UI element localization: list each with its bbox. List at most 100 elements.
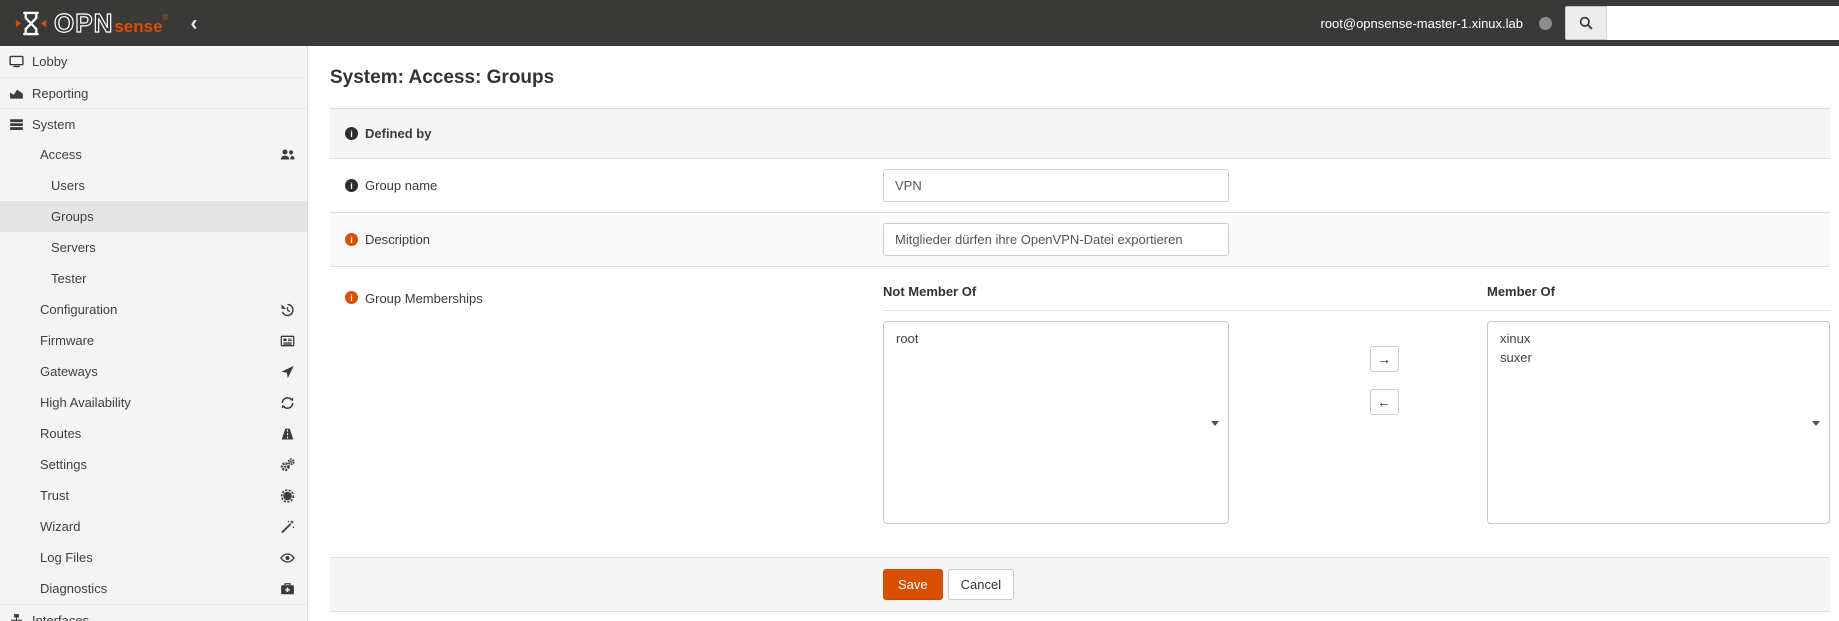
- eye-icon: [280, 550, 295, 565]
- sidebar-item-label: Wizard: [40, 519, 81, 534]
- sidebar-item-label: Configuration: [40, 302, 118, 317]
- search-box: [1565, 6, 1839, 40]
- sidebar-item-label: Routes: [40, 426, 82, 441]
- sidebar-item-groups[interactable]: Groups: [0, 201, 307, 232]
- move-to-not-member-button[interactable]: ←: [1369, 389, 1399, 415]
- sidebar-item-tester[interactable]: Tester: [0, 263, 307, 294]
- form-row-group-name: Group name: [330, 159, 1830, 213]
- sidebar: Lobby Reporting System Access Users Groups Ser…: [0, 46, 308, 621]
- opnsense-page: OPN sense ® ‹ root@opnsense-master-1.xinux…: [0, 0, 1839, 621]
- sidebar-item-label: High Availability: [40, 395, 131, 410]
- sidebar-item-label: System: [32, 116, 76, 132]
- form-row-actions: Save Cancel: [330, 558, 1830, 612]
- sidebar-item-gateways[interactable]: Gateways: [0, 356, 307, 387]
- form-row-group-memberships: Group Memberships Not Member Of Member O…: [330, 267, 1830, 558]
- form-row-description: Description: [330, 213, 1830, 267]
- sidebar-item-label: Reporting: [32, 85, 89, 101]
- topbar: OPN sense ® ‹ root@opnsense-master-1.xinux…: [0, 0, 1839, 46]
- sidebar-item-label: Access: [40, 147, 82, 162]
- sitemap-icon: [9, 613, 24, 621]
- caret-down-icon: [1812, 420, 1820, 426]
- info-icon[interactable]: [345, 127, 358, 140]
- users-icon: [280, 147, 295, 162]
- not-member-of-header: Not Member Of: [883, 284, 977, 299]
- sidebar-item-access[interactable]: Access: [0, 139, 307, 170]
- sidebar-item-settings[interactable]: Settings: [0, 449, 307, 480]
- sidebar-item-system[interactable]: System: [0, 108, 307, 139]
- group-name-label: Group name: [365, 178, 438, 193]
- location-arrow-icon: [280, 364, 295, 379]
- brand-prefix: OPN: [53, 8, 114, 38]
- defined-by-label: Defined by: [365, 126, 432, 141]
- sidebar-item-label: Log Files: [40, 550, 93, 565]
- sidebar-item-interfaces[interactable]: Interfaces: [0, 604, 307, 621]
- sidebar-item-label: Settings: [40, 457, 87, 472]
- sidebar-item-label: Tester: [51, 271, 87, 286]
- sidebar-item-label: Lobby: [32, 54, 68, 69]
- memberships-table: Not Member Of Member Of root → ← xinux s…: [883, 267, 1830, 557]
- cancel-button[interactable]: Cancel: [947, 569, 1015, 600]
- sidebar-item-diagnostics[interactable]: Diagnostics: [0, 573, 307, 604]
- sidebar-item-label: Gateways: [40, 364, 98, 379]
- sidebar-item-high-availability[interactable]: High Availability: [0, 387, 307, 418]
- info-icon[interactable]: [345, 291, 358, 304]
- sidebar-item-label: Servers: [51, 240, 96, 255]
- brand-registered: ®: [162, 12, 169, 22]
- sidebar-item-reporting[interactable]: Reporting: [0, 77, 307, 108]
- group-memberships-label: Group Memberships: [365, 291, 483, 306]
- sidebar-collapse-icon[interactable]: ‹: [190, 13, 197, 34]
- sidebar-item-routes[interactable]: Routes: [0, 418, 307, 449]
- sidebar-item-log-files[interactable]: Log Files: [0, 542, 307, 573]
- sidebar-item-label: Trust: [40, 488, 70, 503]
- sidebar-item-label: Firmware: [40, 333, 95, 348]
- sidebar-item-firmware[interactable]: Firmware: [0, 325, 307, 356]
- chart-area-icon: [9, 86, 24, 101]
- sidebar-item-servers[interactable]: Servers: [0, 232, 307, 263]
- list-option[interactable]: root: [884, 329, 1228, 348]
- refresh-icon: [280, 395, 295, 410]
- magic-icon: [280, 519, 295, 534]
- member-of-header: Member Of: [1487, 284, 1555, 299]
- cogs-icon: [280, 457, 295, 472]
- group-name-input[interactable]: [883, 169, 1229, 202]
- search-input[interactable]: [1607, 6, 1839, 40]
- move-to-member-button[interactable]: →: [1369, 346, 1399, 372]
- list-option[interactable]: xinux: [1488, 329, 1829, 348]
- save-button[interactable]: Save: [883, 569, 943, 600]
- desktop-icon: [9, 54, 24, 69]
- logged-in-user[interactable]: root@opnsense-master-1.xinux.lab: [1320, 16, 1523, 31]
- certificate-icon: [280, 488, 295, 503]
- list-option[interactable]: suxer: [1488, 348, 1829, 367]
- info-icon[interactable]: [345, 179, 358, 192]
- opnsense-logo[interactable]: OPN sense ®: [14, 8, 169, 38]
- sidebar-item-label: Users: [51, 178, 85, 193]
- member-listbox[interactable]: xinux suxer: [1487, 321, 1830, 524]
- sidebar-item-configuration[interactable]: Configuration: [0, 294, 307, 325]
- sidebar-item-label: Diagnostics: [40, 581, 108, 596]
- sidebar-item-trust[interactable]: Trust: [0, 480, 307, 511]
- sidebar-item-label: Groups: [51, 209, 94, 224]
- history-icon: [280, 302, 295, 317]
- group-edit-form: Defined by Group name Description: [330, 108, 1830, 612]
- sidebar-item-wizard[interactable]: Wizard: [0, 511, 307, 542]
- topbar-right: root@opnsense-master-1.xinux.lab: [1320, 0, 1839, 46]
- server-stack-icon: [9, 117, 24, 132]
- search-icon[interactable]: [1565, 6, 1607, 40]
- hourglass-logo-icon: [14, 10, 48, 37]
- transfer-buttons: → ←: [1229, 321, 1487, 524]
- caret-down-icon: [1211, 420, 1219, 426]
- medkit-icon: [280, 581, 295, 596]
- sidebar-item-users[interactable]: Users: [0, 170, 307, 201]
- main-content: System: Access: Groups Defined by Group …: [309, 46, 1839, 621]
- not-member-listbox[interactable]: root: [883, 321, 1229, 524]
- sidebar-item-label: Interfaces: [32, 612, 90, 621]
- memberships-body: root → ← xinux suxer: [883, 321, 1830, 524]
- memberships-header-row: Not Member Of Member Of: [883, 267, 1830, 311]
- form-row-defined-by: Defined by: [330, 109, 1830, 159]
- info-icon[interactable]: [345, 233, 358, 246]
- description-label: Description: [365, 232, 431, 247]
- description-input[interactable]: [883, 223, 1229, 256]
- sidebar-item-lobby[interactable]: Lobby: [0, 46, 307, 77]
- page-title: System: Access: Groups: [330, 67, 555, 88]
- brand-suffix: sense: [114, 16, 163, 36]
